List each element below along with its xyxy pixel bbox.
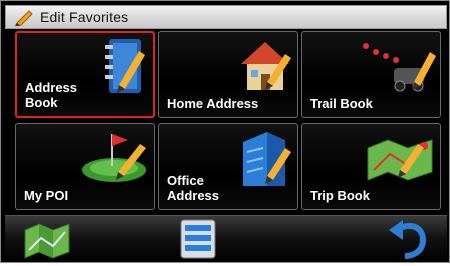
pencil-icon [15, 10, 33, 26]
tile-label: Trail Book [310, 96, 373, 111]
tile-label: Home Address [167, 96, 259, 111]
tile-label: Address Book [25, 80, 78, 110]
back-arrow-icon [389, 220, 427, 259]
trail-book-tile[interactable]: Trail Book [301, 31, 441, 118]
office-address-tile[interactable]: Office Address [158, 123, 298, 210]
my-poi-tile[interactable]: My POI [15, 123, 155, 210]
office-building-icon [243, 132, 291, 186]
address-book-tile[interactable]: Address Book [15, 31, 155, 118]
page-title: Edit Favorites [40, 9, 129, 25]
home-address-tile[interactable]: Home Address [158, 31, 298, 118]
trip-book-tile[interactable]: Trip Book [301, 123, 441, 210]
title-bar: Edit Favorites [5, 5, 447, 29]
map-button[interactable] [19, 216, 79, 261]
trip-map-icon [367, 139, 433, 181]
list-button[interactable] [169, 216, 229, 261]
map-icon [24, 223, 70, 259]
back-button[interactable] [379, 216, 439, 261]
list-icon [180, 219, 216, 259]
gps-screen: Edit Favorites Address Book Home Address… [0, 0, 450, 263]
tile-label: Trip Book [310, 188, 370, 203]
trail-icon [363, 43, 436, 92]
bottom-toolbar [5, 215, 447, 261]
address-book-icon [105, 39, 145, 93]
poi-flag-icon [82, 134, 146, 182]
house-icon [241, 42, 291, 90]
tile-label: Office Address [167, 173, 220, 203]
favorites-grid: Address Book Home Address Trail Book My … [13, 31, 443, 213]
tile-label: My POI [24, 188, 69, 203]
